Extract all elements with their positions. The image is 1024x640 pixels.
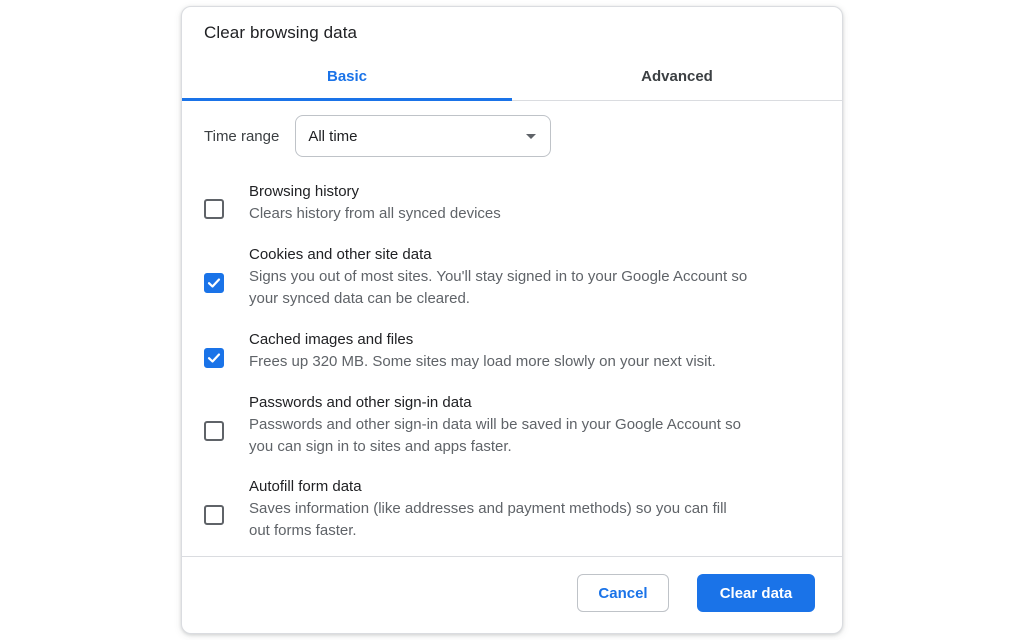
option-description: Frees up 320 MB. Some sites may load mor… — [249, 353, 716, 370]
checkbox-browsing-history[interactable] — [204, 199, 224, 219]
time-range-label: Time range — [204, 127, 280, 145]
option-text: Autofill form data Saves information (li… — [249, 476, 794, 542]
option-title: Cookies and other site data — [249, 246, 432, 263]
checkbox-autofill[interactable] — [204, 505, 224, 525]
option-description: Clears history from all synced devices — [249, 205, 501, 222]
clear-data-button[interactable]: Clear data — [697, 574, 815, 612]
checkbox-passwords[interactable] — [204, 421, 224, 441]
time-range-value: All time — [308, 127, 358, 145]
option-description: Signs you out of most sites. You'll stay… — [249, 268, 748, 285]
caret-down-icon — [526, 133, 537, 139]
tab-basic[interactable]: Basic — [182, 63, 512, 101]
dialog-title: Clear browsing data — [204, 23, 358, 42]
option-text: Cached images and files Frees up 320 MB.… — [249, 329, 794, 373]
tab-bar: Basic Advanced — [182, 63, 842, 101]
checkmark-icon — [207, 278, 221, 288]
checkbox-cookies[interactable] — [204, 273, 224, 293]
option-description: Saves information (like addresses and pa… — [249, 500, 727, 517]
clear-browsing-data-dialog: Clear browsing data Basic Advanced Time … — [181, 6, 843, 634]
option-title: Autofill form data — [249, 478, 362, 495]
option-description: out forms faster. — [249, 522, 357, 539]
option-title: Passwords and other sign-in data — [249, 394, 472, 411]
option-description: you can sign in to sites and apps faster… — [249, 438, 512, 455]
tab-advanced[interactable]: Advanced — [512, 63, 842, 100]
option-text: Passwords and other sign-in data Passwor… — [249, 392, 794, 458]
option-text: Browsing history Clears history from all… — [249, 181, 794, 225]
option-title: Cached images and files — [249, 331, 414, 348]
time-range-row: Time range All time — [204, 115, 552, 157]
option-text: Cookies and other site data Signs you ou… — [249, 244, 794, 310]
time-range-select[interactable]: All time — [295, 115, 552, 157]
cancel-button[interactable]: Cancel — [577, 574, 669, 612]
option-description: your synced data can be cleared. — [249, 290, 470, 307]
option-title: Browsing history — [249, 183, 360, 200]
option-description: Passwords and other sign-in data will be… — [249, 416, 741, 433]
checkbox-cached-images[interactable] — [204, 348, 224, 368]
checkmark-icon — [207, 353, 221, 363]
footer-divider — [182, 556, 842, 557]
